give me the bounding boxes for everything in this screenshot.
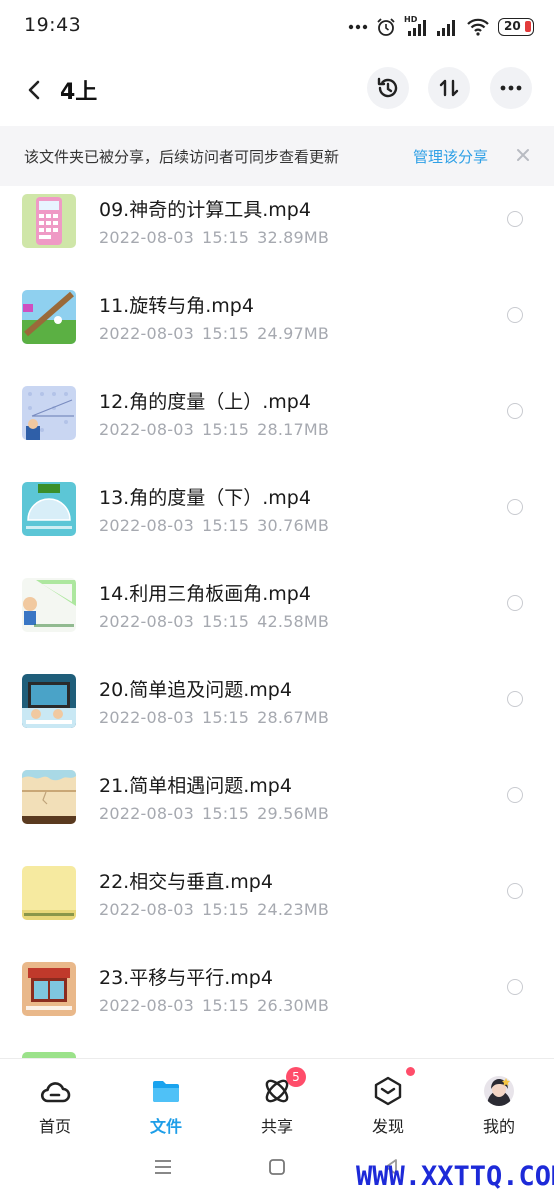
protractor-thumbnail-icon [22,482,76,536]
file-row[interactable]: 22.相交与垂直.mp4 2022-08-03 15:15 24.23MB [0,858,554,954]
bottom-nav: 首页 文件 5 共享 发现 我的 [0,1058,554,1136]
video-thumbnail [22,962,76,1016]
file-meta: 2022-08-03 15:15 24.97MB [99,324,330,343]
rotation-thumbnail-icon [22,290,76,344]
square-home-icon[interactable] [266,1156,288,1178]
header: 4上 [0,54,554,126]
video-thumbnail [22,674,76,728]
file-row[interactable]: 11.旋转与角.mp4 2022-08-03 15:15 24.97MB [0,282,554,378]
file-name: 13.角的度量（下）.mp4 [99,487,311,509]
file-row[interactable]: 20.简单追及问题.mp4 2022-08-03 15:15 28.67MB [0,666,554,762]
file-row[interactable]: 23.平移与平行.mp4 2022-08-03 15:15 26.30MB [0,954,554,1050]
more-button[interactable] [490,67,532,109]
file-meta: 2022-08-03 15:15 29.56MB [99,804,330,823]
file-name: 12.角的度量（上）.mp4 [99,391,311,413]
nav-home[interactable]: 首页 [0,1059,110,1136]
file-meta: 2022-08-03 15:15 30.76MB [99,516,330,535]
video-thumbnail [22,386,76,440]
nav-files[interactable]: 文件 [111,1059,221,1136]
select-radio[interactable] [507,211,523,227]
menu-lines-icon[interactable] [152,1156,174,1178]
share-badge: 5 [286,1067,306,1087]
close-icon [517,149,529,161]
file-name: 20.简单追及问题.mp4 [99,679,292,701]
watermark-text: WWW.XXTTQ.COM [356,1161,554,1192]
select-radio[interactable] [507,787,523,803]
file-name: 11.旋转与角.mp4 [99,295,254,317]
file-meta: 2022-08-03 15:15 24.23MB [99,900,330,919]
battery-level: 20 [504,19,521,33]
avatar-icon [484,1076,514,1106]
nav-profile[interactable]: 我的 [444,1059,554,1136]
discover-dot [406,1067,415,1076]
calculator-thumbnail-icon [22,194,76,248]
folder-icon [153,1081,179,1102]
file-name: 23.平移与平行.mp4 [99,967,273,989]
sort-button[interactable] [428,67,470,109]
angle-thumbnail-icon [22,386,76,440]
select-radio[interactable] [507,595,523,611]
file-meta: 2022-08-03 15:15 28.67MB [99,708,330,727]
file-row[interactable]: 21.简单相遇问题.mp4 2022-08-03 15:15 29.56MB [0,762,554,858]
triangle-ruler-thumbnail-icon [22,578,76,632]
file-name: 22.相交与垂直.mp4 [99,871,273,893]
more-dots-status-icon [348,24,368,30]
battery-icon: 20 [498,18,534,36]
video-thumbnail [22,770,76,824]
history-clock-icon [377,77,398,98]
wifi-icon [467,18,489,36]
status-time: 19:43 [24,14,82,36]
file-list: 09.神奇的计算工具.mp4 2022-08-03 15:15 32.89MB 11… [0,186,554,1058]
signal-icon [437,20,455,36]
select-radio[interactable] [507,307,523,323]
banner-close-button[interactable] [512,142,534,168]
nav-discover[interactable]: 发现 [333,1059,443,1136]
nav-share[interactable]: 5 共享 [222,1059,332,1136]
page-title: 4上 [60,80,98,105]
file-name: 21.简单相遇问题.mp4 [99,775,292,797]
home-cloud-icon [40,1082,71,1103]
hd-signal-icon: HD [404,15,428,37]
file-meta: 2022-08-03 15:15 28.17MB [99,420,330,439]
select-radio[interactable] [507,979,523,995]
sort-arrows-icon [439,79,459,97]
status-bar: 19:43 HD 20 [0,0,554,54]
file-row[interactable]: 14.利用三角板画角.mp4 2022-08-03 15:15 42.58MB [0,570,554,666]
alarm-icon [377,18,395,36]
meet-thumbnail-icon [22,770,76,824]
file-meta: 2022-08-03 15:15 42.58MB [99,612,330,631]
share-banner-text: 该文件夹已被分享，后续访问者可同步查看更新 [24,148,340,166]
select-radio[interactable] [507,883,523,899]
history-button[interactable] [367,67,409,109]
video-thumbnail [22,290,76,344]
file-row[interactable]: 12.角的度量（上）.mp4 2022-08-03 15:15 28.17MB [0,378,554,474]
more-dots-icon [500,85,522,91]
file-row[interactable]: 09.神奇的计算工具.mp4 2022-08-03 15:15 32.89MB [0,186,554,282]
window-thumbnail-icon [22,962,76,1016]
discover-cube-icon [374,1076,402,1106]
file-name: 09.神奇的计算工具.mp4 [99,199,311,221]
manage-share-link[interactable]: 管理该分享 [413,146,488,167]
select-radio[interactable] [507,499,523,515]
video-thumbnail [22,866,76,920]
chevron-left-icon [28,80,40,100]
video-thumbnail [22,482,76,536]
status-icons: HD 20 [348,14,534,40]
file-meta: 2022-08-03 15:15 32.89MB [99,228,330,247]
share-banner: 该文件夹已被分享，后续访问者可同步查看更新 管理该分享 [0,126,554,186]
select-radio[interactable] [507,691,523,707]
perpendicular-thumbnail-icon [22,866,76,920]
back-button[interactable] [14,70,54,110]
video-thumbnail [22,194,76,248]
file-row[interactable]: 13.角的度量（下）.mp4 2022-08-03 15:15 30.76MB [0,474,554,570]
chase-thumbnail-icon [22,674,76,728]
file-name: 14.利用三角板画角.mp4 [99,583,311,605]
select-radio[interactable] [507,403,523,419]
video-thumbnail [22,578,76,632]
file-meta: 2022-08-03 15:15 26.30MB [99,996,330,1015]
